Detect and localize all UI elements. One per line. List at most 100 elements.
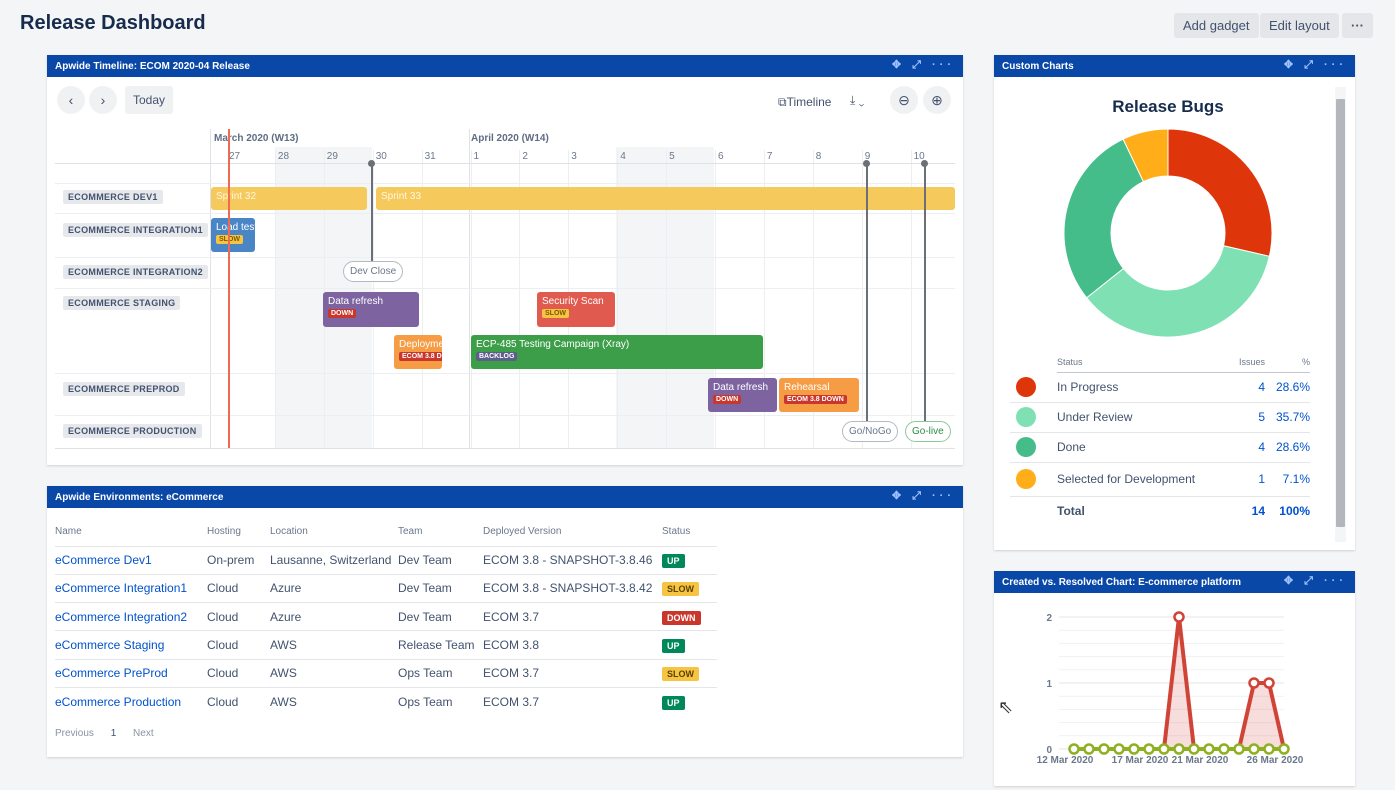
table-row: eCommerce PreProd Cloud AWS Ops Team ECOM 3.…	[55, 658, 717, 688]
row-label: ECOMMERCE STAGING	[63, 296, 181, 310]
day-label: 9	[864, 151, 871, 162]
day-label: 27	[229, 151, 241, 162]
legend-table: Status Issues % In Progress 4 28.6% Under R…	[1010, 352, 1310, 526]
cell: Azure	[270, 581, 302, 596]
event-bar[interactable]: Data refresh DOWN	[323, 292, 419, 327]
environment-link[interactable]: eCommerce Dev1	[55, 553, 152, 567]
total-row: Total 14 100%	[1057, 504, 1310, 519]
row-label: ECOMMERCE PREPROD	[63, 382, 185, 396]
external-link-icon: ⧉	[778, 95, 787, 109]
day-label: 10	[913, 151, 925, 162]
column-header[interactable]: Name	[55, 518, 207, 546]
row-label: ECOMMERCE PRODUCTION	[63, 424, 202, 438]
column-header[interactable]: Status	[662, 518, 717, 546]
legend-dot	[1016, 469, 1036, 489]
cell: Ops Team	[398, 694, 453, 709]
column-header[interactable]: Team	[398, 518, 483, 546]
add-gadget-button[interactable]: Add gadget	[1174, 13, 1259, 38]
environment-link[interactable]: eCommerce Staging	[55, 638, 164, 652]
event-bar[interactable]: DeploymentECOM 3.8 DOWN	[394, 335, 442, 369]
gadget-title: Apwide Environments: eCommerce	[55, 492, 224, 503]
gadget-header: Apwide Timeline: ECOM 2020-04 Release ✥ ⤢…	[47, 55, 963, 77]
gadget-header: Custom Charts ✥ ⤢ ···	[994, 55, 1355, 77]
more-button[interactable]: ···	[1342, 13, 1373, 38]
donut-slice[interactable]	[1063, 138, 1145, 299]
cell: Cloud	[207, 694, 239, 709]
next-button[interactable]: ›	[89, 86, 117, 114]
column-header[interactable]: Deployed Version	[483, 518, 662, 546]
column-header[interactable]: Hosting	[207, 518, 270, 546]
y-tick-label: 1	[1046, 679, 1052, 690]
donut-slice[interactable]	[1167, 128, 1273, 257]
milestone-go-live[interactable]: Go-live	[905, 421, 951, 442]
day-label: 28	[277, 151, 290, 162]
cell: ECOM 3.8 - SNAPSHOT-3.8.42	[483, 581, 653, 596]
cell: AWS	[270, 694, 297, 709]
gadget-controls-icon[interactable]: ✥ ⤢ ···	[892, 489, 955, 503]
download-icon[interactable]: ⤓ ⌄	[850, 93, 864, 108]
day-label: 6	[718, 151, 724, 162]
x-tick-label: 21 Mar 2020	[1172, 755, 1229, 766]
event-bar[interactable]: Security Scan SLOW	[537, 292, 615, 327]
event-bar[interactable]: Data refresh DOWN	[708, 378, 777, 412]
table-row: eCommerce Integration1 Cloud Azure Dev Team…	[55, 573, 717, 603]
cell: ECOM 3.7	[483, 609, 540, 624]
row-label: ECOMMERCE DEV1	[63, 190, 163, 204]
data-point	[1173, 743, 1185, 755]
cell: Cloud	[207, 638, 239, 653]
donut-chart	[1063, 128, 1273, 338]
scrollbar[interactable]	[1335, 87, 1346, 542]
event-bar[interactable]: Sprint 33	[376, 187, 955, 210]
environment-link[interactable]: eCommerce PreProd	[55, 666, 168, 680]
timeline-link[interactable]: ⧉Timeline	[778, 95, 831, 110]
page-number[interactable]: 1	[111, 728, 117, 739]
legend-dot	[1016, 437, 1036, 457]
data-point	[1218, 743, 1230, 755]
timeline-gadget: Apwide Timeline: ECOM 2020-04 Release ✥ ⤢…	[47, 55, 963, 465]
event-bar[interactable]: ECP-485 Testing Campaign (Xray) BACKLOG	[471, 335, 763, 369]
day-label: 7	[766, 151, 773, 162]
status-badge: UP	[662, 554, 685, 569]
previous-link[interactable]: Previous	[55, 728, 94, 739]
custom-charts-gadget: Custom Charts ✥ ⤢ ··· Release Bugs Status…	[994, 55, 1355, 550]
chart-title: Release Bugs	[1112, 97, 1224, 116]
prev-button[interactable]: ‹	[57, 86, 85, 114]
row-label: ECOMMERCE INTEGRATION1	[63, 223, 208, 237]
scrollbar-thumb[interactable]	[1336, 99, 1345, 527]
gadget-controls-icon[interactable]: ✥ ⤢ ···	[892, 58, 955, 72]
milestone-dev-close[interactable]: Dev Close	[343, 261, 404, 282]
month-label: April 2020 (W14)	[471, 133, 549, 144]
data-point	[1098, 743, 1110, 755]
day-label: 30	[375, 151, 387, 162]
event-bar[interactable]: Load testSLOW	[211, 218, 255, 252]
cell: Ops Team	[398, 666, 453, 681]
data-point	[1173, 611, 1185, 623]
line-chart: 01212 Mar 2020 17 Mar 2020 21 Mar 2020 26 M…	[1037, 611, 1304, 766]
cell: Release Team	[398, 638, 475, 653]
legend-row: Selected for Development 1 7.1%	[1010, 462, 1310, 497]
edit-layout-button[interactable]: Edit layout	[1260, 13, 1339, 38]
cell: Lausanne, Switzerland	[270, 553, 392, 568]
milestone-go-nogo[interactable]: Go/NoGo	[842, 421, 899, 442]
gadget-controls-icon[interactable]: ✥ ⤢ ···	[1284, 58, 1347, 72]
column-header[interactable]: Location	[270, 518, 398, 546]
day-label: 31	[424, 151, 436, 162]
legend-row: Under Review 5 35.7%	[1010, 402, 1310, 433]
environment-link[interactable]: eCommerce Production	[55, 695, 181, 709]
event-bar[interactable]: Sprint 32	[211, 187, 367, 210]
zoom-out-icon[interactable]: ⊖	[890, 86, 918, 114]
data-point	[1203, 743, 1215, 755]
status-badge: UP	[662, 639, 685, 654]
cell: ECOM 3.7	[483, 666, 540, 681]
data-point	[1248, 743, 1260, 755]
environments-table: Name Hosting Location Team Deployed Version S…	[55, 518, 717, 716]
environment-link[interactable]: eCommerce Integration2	[55, 610, 187, 624]
data-point	[1083, 743, 1095, 755]
cell: Cloud	[207, 666, 239, 681]
event-bar[interactable]: Rehearsal ECOM 3.8 DOWN	[779, 378, 859, 412]
environment-link[interactable]: eCommerce Integration1	[55, 581, 187, 595]
cell: Dev Team	[398, 553, 452, 568]
today-button[interactable]: Today	[125, 86, 174, 114]
zoom-in-icon[interactable]: ⊕	[923, 86, 951, 114]
next-link[interactable]: Next	[133, 728, 154, 739]
